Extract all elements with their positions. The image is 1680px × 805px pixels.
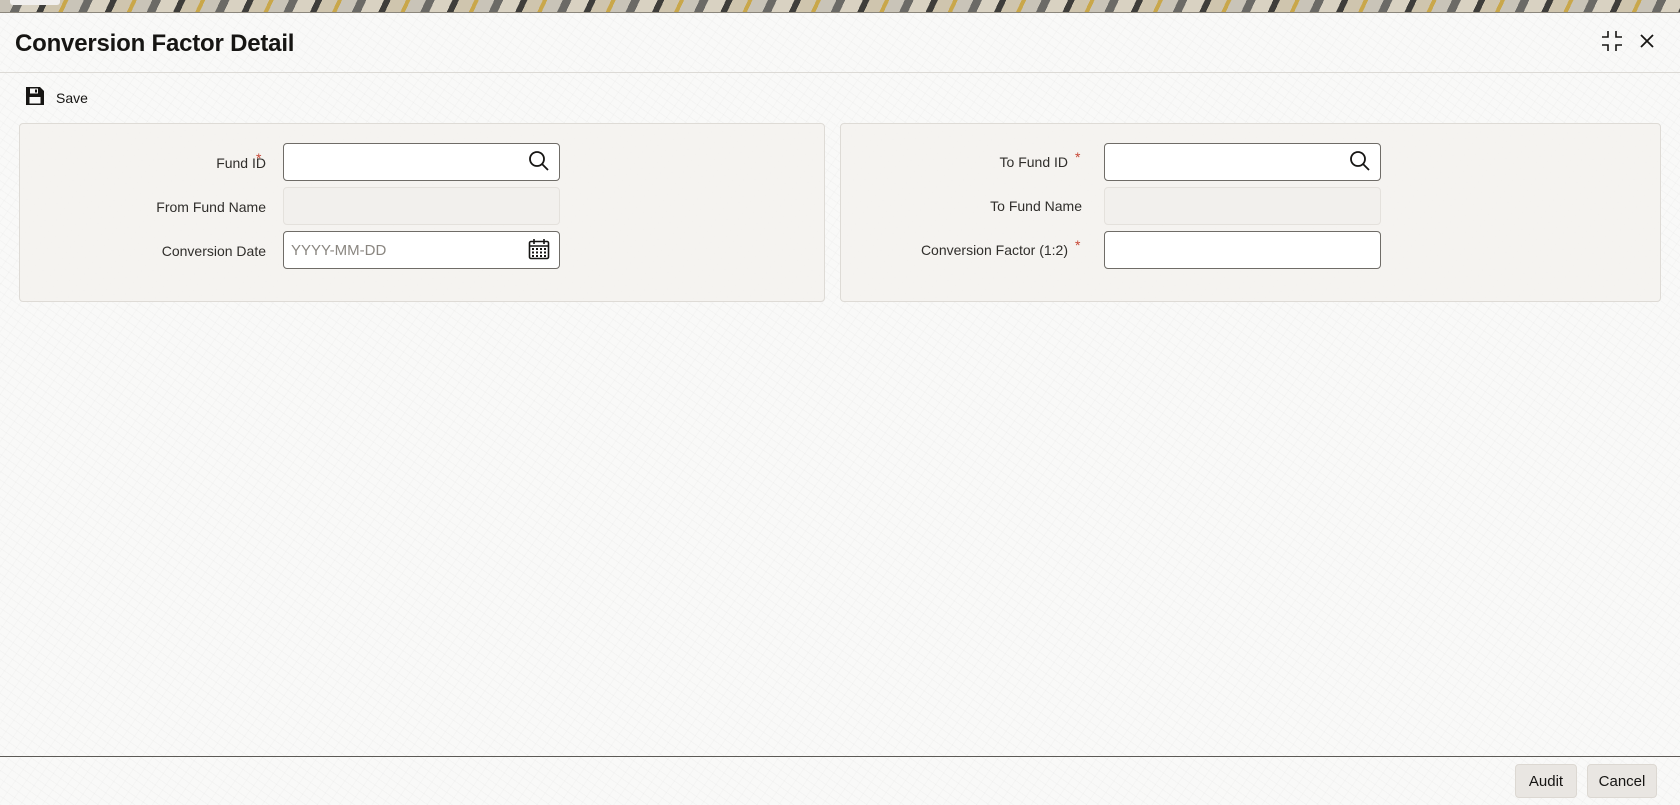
page-title: Conversion Factor Detail — [15, 30, 295, 57]
fund-id-search-button[interactable] — [527, 150, 551, 177]
fund-id-field — [283, 143, 560, 181]
search-icon — [1349, 150, 1371, 177]
to-fund-id-required-marker: * — [1075, 149, 1081, 165]
conversion-factor-input[interactable] — [1105, 232, 1335, 268]
conversion-factor-required-marker: * — [1075, 237, 1081, 253]
to-fund-name-field — [1104, 187, 1381, 225]
title-bar: Conversion Factor Detail — [0, 13, 1680, 73]
conversion-factor-label: Conversion Factor (1:2) — [920, 242, 1068, 258]
search-icon — [528, 150, 550, 177]
to-fund-name-label: To Fund Name — [990, 198, 1082, 214]
close-button[interactable] — [1631, 27, 1663, 59]
calendar-icon — [528, 238, 550, 265]
footer-bar: Audit Cancel — [0, 756, 1680, 805]
banner-tab-notch — [10, 0, 60, 5]
conversion-date-label: Conversion Date — [161, 243, 266, 259]
conversion-factor-field — [1104, 231, 1381, 269]
conversion-date-field — [283, 231, 560, 269]
conversion-date-input[interactable] — [284, 232, 514, 268]
maximize-icon — [1601, 30, 1623, 57]
save-label: Save — [56, 90, 88, 106]
audit-button[interactable]: Audit — [1515, 764, 1577, 798]
left-form-panel: Fund ID * From Fund Name Conversion Date — [19, 123, 825, 302]
to-fund-name-input — [1105, 188, 1335, 224]
conversion-date-picker-button[interactable] — [527, 238, 551, 265]
maximize-button[interactable] — [1596, 27, 1628, 59]
to-fund-id-input[interactable] — [1105, 144, 1335, 180]
save-button[interactable]: Save — [24, 84, 88, 112]
fund-id-required-marker: * — [256, 150, 262, 166]
top-banner — [0, 0, 1680, 13]
fund-id-input[interactable] — [284, 144, 514, 180]
save-icon — [24, 85, 46, 112]
to-fund-id-field — [1104, 143, 1381, 181]
cancel-button[interactable]: Cancel — [1587, 764, 1657, 798]
to-fund-id-label-text: To Fund ID — [999, 154, 1068, 170]
close-icon — [1639, 33, 1655, 54]
from-fund-name-input — [284, 188, 514, 224]
from-fund-name-label: From Fund Name — [156, 199, 266, 215]
from-fund-name-field — [283, 187, 560, 225]
to-fund-id-search-button[interactable] — [1348, 150, 1372, 177]
fund-id-label: Fund ID — [216, 155, 266, 171]
